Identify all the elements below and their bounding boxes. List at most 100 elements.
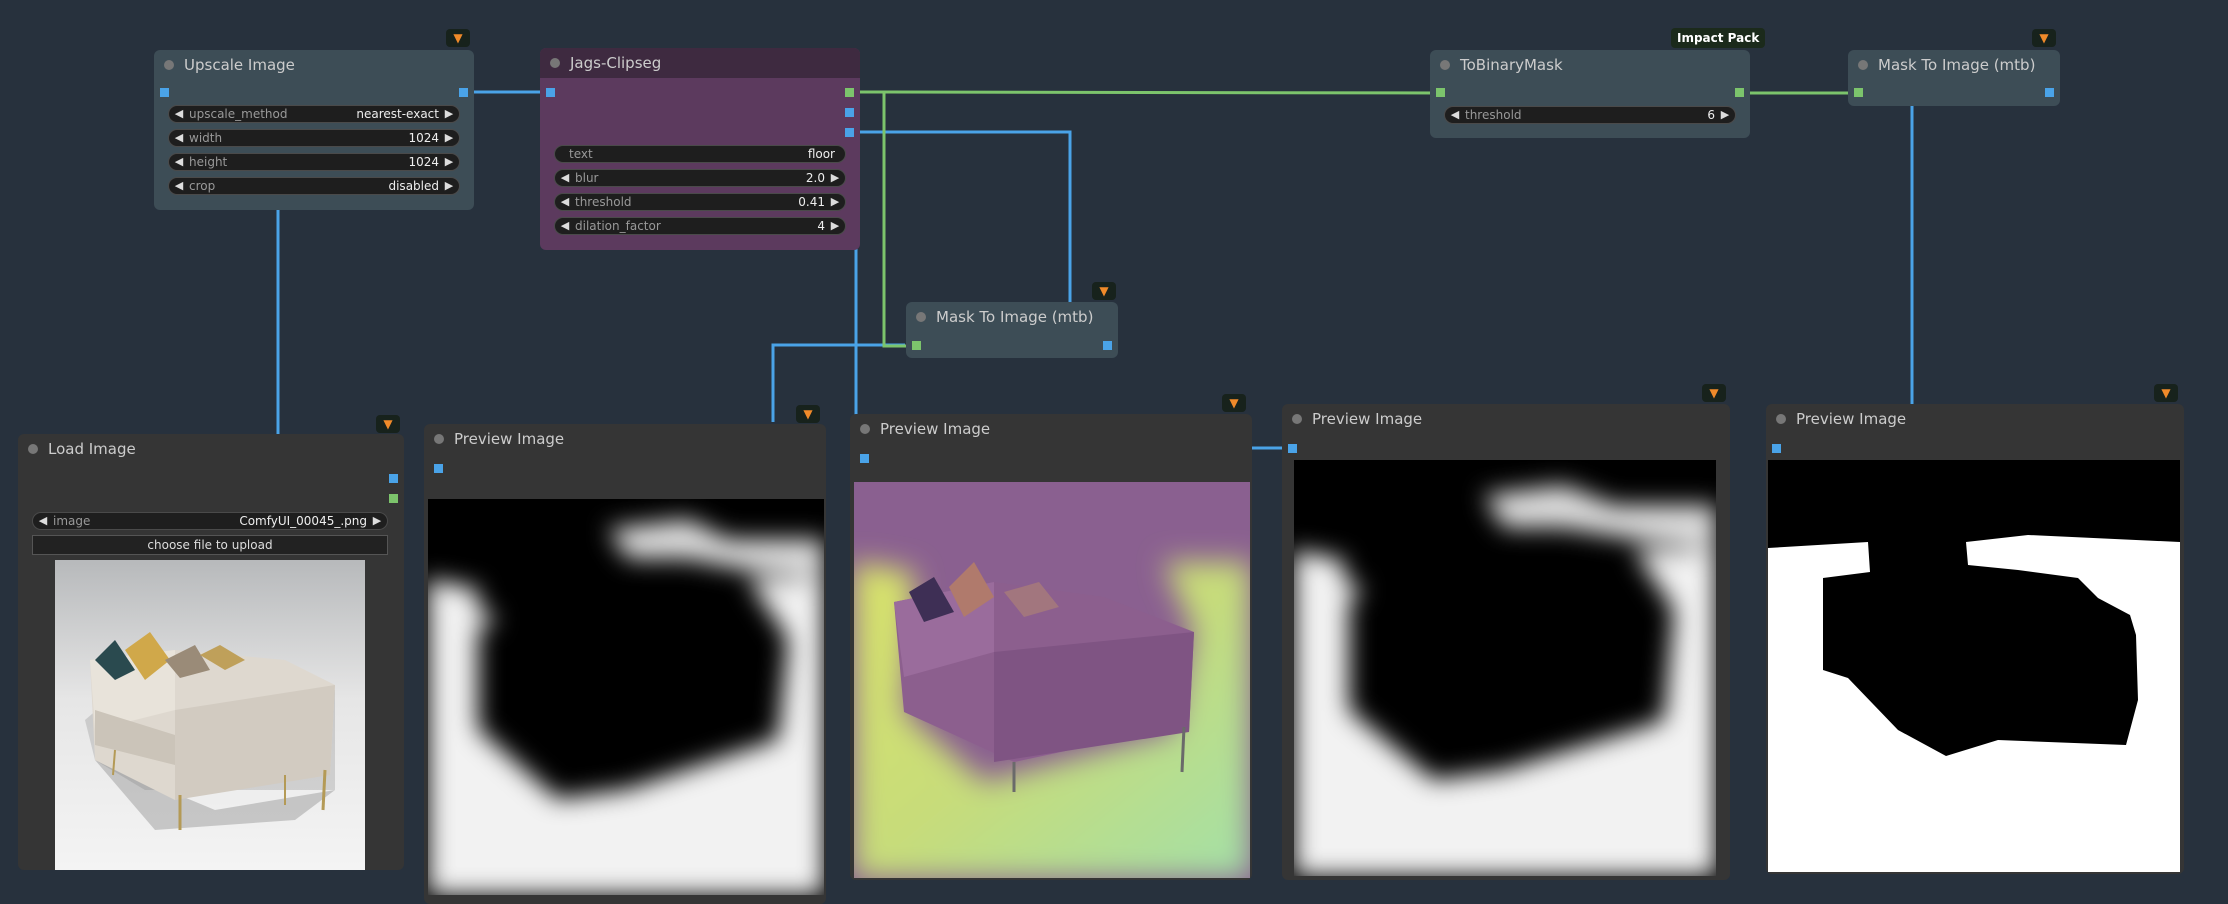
decrement-arrow-icon[interactable]: ◀ (173, 154, 185, 170)
node-title: Preview Image (1796, 410, 1907, 428)
increment-arrow-icon[interactable]: ▶ (443, 130, 455, 146)
decrement-arrow-icon[interactable]: ◀ (37, 513, 49, 529)
decrement-arrow-icon[interactable]: ◀ (559, 218, 571, 234)
increment-arrow-icon[interactable]: ▶ (829, 170, 841, 186)
preview-image-mask-blurred (1294, 460, 1716, 876)
fox-icon: ▼ (2154, 384, 2178, 402)
preview-image-node-1[interactable]: Preview Image (424, 424, 826, 904)
mask-output-slot[interactable] (1735, 88, 1744, 97)
mask-input-slot[interactable] (1854, 88, 1863, 97)
fox-icon: ▼ (2032, 29, 2056, 47)
increment-arrow-icon[interactable]: ▶ (443, 154, 455, 170)
height-number-widget[interactable]: ◀ height 1024 ▶ (168, 153, 460, 171)
decrement-arrow-icon[interactable]: ◀ (173, 130, 185, 146)
widget-value: 1024 (408, 155, 439, 169)
widget-value: nearest-exact (356, 107, 439, 121)
node-title: Preview Image (880, 420, 991, 438)
widget-label: image (53, 514, 91, 528)
fox-icon: ▼ (796, 405, 820, 423)
node-title: Jags-Clipseg (570, 54, 662, 72)
image-output-slot[interactable] (2045, 88, 2054, 97)
preview-image-node-3[interactable]: Preview Image (1282, 404, 1730, 880)
node-title: Mask To Image (mtb) (1878, 56, 2036, 74)
widget-value: 4 (817, 219, 825, 233)
wire-clipseg-to-binarymask (857, 90, 1441, 95)
decrement-arrow-icon[interactable]: ◀ (173, 106, 185, 122)
loaded-image-sofa (55, 560, 365, 870)
threshold-number-widget[interactable]: ◀ threshold 0.41 ▶ (554, 193, 846, 211)
image-output-slot[interactable] (389, 474, 398, 483)
image-input-slot[interactable] (160, 88, 169, 97)
widget-label: width (189, 131, 223, 145)
threshold-number-widget[interactable]: ◀ threshold 6 ▶ (1444, 106, 1736, 124)
image-input-slot[interactable] (1288, 444, 1297, 453)
fox-icon: ▼ (446, 29, 470, 47)
node-title: Load Image (48, 440, 136, 458)
widget-value: 2.0 (805, 171, 825, 185)
widget-label: threshold (575, 195, 632, 209)
fox-icon: ▼ (376, 415, 400, 433)
preview-image-node-4[interactable]: Preview Image (1766, 404, 2184, 874)
decrement-arrow-icon[interactable]: ◀ (173, 178, 185, 194)
load-image-node[interactable]: Load Image ◀ image ComfyUI_00045_.png ▶ … (18, 434, 404, 870)
widget-label: threshold (1465, 108, 1522, 122)
widget-value: 6 (1707, 108, 1715, 122)
dilation-factor-number-widget[interactable]: ◀ dilation_factor 4 ▶ (554, 217, 846, 235)
fox-icon: ▼ (1702, 384, 1726, 402)
node-title: Preview Image (454, 430, 565, 448)
image-output-slot[interactable] (1103, 341, 1112, 350)
decrement-arrow-icon[interactable]: ◀ (559, 194, 571, 210)
blur-number-widget[interactable]: ◀ blur 2.0 ▶ (554, 169, 846, 187)
image-output-slot[interactable] (459, 88, 468, 97)
widget-value: 1024 (408, 131, 439, 145)
wire-clipseg-to-preview3 (858, 130, 1072, 330)
widget-label: dilation_factor (575, 219, 661, 233)
crop-combo[interactable]: ◀ crop disabled ▶ (168, 177, 460, 195)
mask-input-slot[interactable] (1436, 88, 1445, 97)
widget-label: text (569, 147, 593, 161)
mask-output-slot[interactable] (845, 88, 854, 97)
width-number-widget[interactable]: ◀ width 1024 ▶ (168, 129, 460, 147)
fox-icon: ▼ (1092, 282, 1116, 300)
to-binary-mask-node[interactable]: ToBinaryMask ◀ threshold 6 ▶ (1430, 50, 1750, 138)
image-input-slot[interactable] (860, 454, 869, 463)
increment-arrow-icon[interactable]: ▶ (829, 194, 841, 210)
widget-label: crop (189, 179, 216, 193)
preview-image-node-2[interactable]: Preview Image (850, 414, 1252, 880)
upscale-image-node[interactable]: Upscale Image ◀ upscale_method nearest-e… (154, 50, 474, 210)
decrement-arrow-icon[interactable]: ◀ (1449, 107, 1461, 123)
increment-arrow-icon[interactable]: ▶ (371, 513, 383, 529)
mask-output-slot[interactable] (389, 494, 398, 503)
image-input-slot[interactable] (546, 88, 555, 97)
widget-label: height (189, 155, 228, 169)
node-title: Upscale Image (184, 56, 295, 74)
mask-to-image-node-top[interactable]: Mask To Image (mtb) (1848, 50, 2060, 106)
mask-input-slot[interactable] (912, 341, 921, 350)
upload-button[interactable]: choose file to upload (32, 535, 388, 555)
image-file-combo[interactable]: ◀ image ComfyUI_00045_.png ▶ (32, 512, 388, 530)
preview-image-heatmap (854, 482, 1250, 878)
impact-pack-badge: Impact Pack (1671, 28, 1766, 48)
widget-value: floor (807, 147, 835, 161)
text-prompt-field[interactable]: text floor (554, 145, 846, 163)
increment-arrow-icon[interactable]: ▶ (1719, 107, 1731, 123)
mask-to-image-node-mid[interactable]: Mask To Image (mtb) (906, 302, 1118, 358)
bw-mask-output-slot[interactable] (845, 128, 854, 137)
increment-arrow-icon[interactable]: ▶ (443, 106, 455, 122)
widget-value: ComfyUI_00045_.png (239, 514, 367, 528)
image-input-slot[interactable] (1772, 444, 1781, 453)
fox-icon: ▼ (1222, 394, 1246, 412)
decrement-arrow-icon[interactable]: ◀ (559, 170, 571, 186)
wire-mask-mid-to-preview1 (771, 343, 905, 422)
preview-image-mask-blurred (428, 499, 824, 895)
widget-label: upscale_method (189, 107, 288, 121)
increment-arrow-icon[interactable]: ▶ (443, 178, 455, 194)
jags-clipseg-node[interactable]: Jags-Clipseg text floor ◀ blur 2.0 ▶ ◀ t… (540, 48, 860, 250)
widget-value: disabled (388, 179, 439, 193)
widget-value: 0.41 (798, 195, 825, 209)
increment-arrow-icon[interactable]: ▶ (829, 218, 841, 234)
node-title: ToBinaryMask (1460, 56, 1563, 74)
heatmap-output-slot[interactable] (845, 108, 854, 117)
upscale-method-combo[interactable]: ◀ upscale_method nearest-exact ▶ (168, 105, 460, 123)
image-input-slot[interactable] (434, 464, 443, 473)
